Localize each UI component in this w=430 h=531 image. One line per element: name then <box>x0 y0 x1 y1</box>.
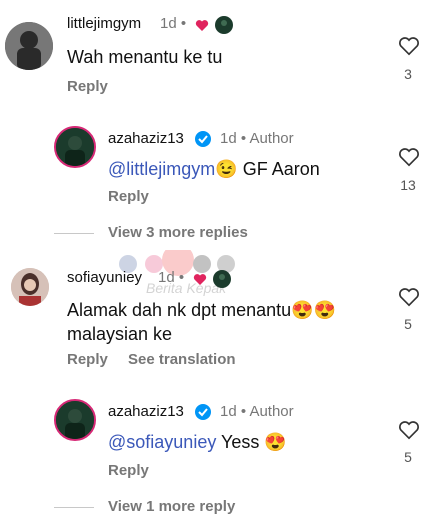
mention-link[interactable]: @sofiayuniey <box>108 432 216 452</box>
creator-avatar-icon <box>215 16 233 34</box>
comment-time: 1d • <box>158 269 184 286</box>
heart-eyes-emoji-icon: 😍 <box>264 432 287 452</box>
like-heart-icon[interactable] <box>398 147 420 167</box>
separator-dot: • <box>236 403 250 420</box>
creator-liked-heart-icon <box>195 20 209 31</box>
avatar-image <box>56 128 94 166</box>
reply-username[interactable]: azahaziz13 <box>108 403 184 420</box>
reply-body: GF Aaron <box>237 159 320 179</box>
avatar-image <box>11 268 49 306</box>
comment-text: Wah menantu ke tu <box>67 47 223 67</box>
reply-meta: 1d • Author <box>220 130 294 147</box>
heart-eyes-emoji-icon: 😍😍 <box>291 300 336 320</box>
comment-line-1: Alamak dah nk dpt menantu <box>67 300 292 320</box>
comment-line-2: malaysian ke <box>67 324 173 344</box>
separator-dot: • <box>236 130 250 147</box>
creator-avatar-icon <box>213 270 231 288</box>
time-label: 1d <box>160 15 177 32</box>
like-count: 13 <box>400 177 416 193</box>
reply-meta: 1d • Author <box>220 403 294 420</box>
verified-badge-icon <box>195 131 211 147</box>
separator-dot: • <box>176 15 187 32</box>
thread-divider <box>54 507 94 508</box>
reply-username[interactable]: azahaziz13 <box>108 130 184 147</box>
reply-button[interactable]: Reply <box>67 351 108 368</box>
separator-dot: • <box>174 269 185 286</box>
mention-link[interactable]: @littlejimgym <box>108 159 215 179</box>
author-label: Author <box>249 130 294 147</box>
like-heart-icon[interactable] <box>398 36 420 56</box>
avatar-image <box>5 22 53 70</box>
creator-liked-heart-icon <box>193 274 207 285</box>
time-label: 1d <box>220 403 237 420</box>
reply-text: @sofiayuniey Yess 😍 <box>108 430 287 454</box>
avatar-image <box>56 401 94 439</box>
view-more-replies-button[interactable]: View 3 more replies <box>108 224 248 241</box>
comment-username[interactable]: littlejimgym <box>67 15 141 32</box>
reply-button[interactable]: Reply <box>108 188 149 205</box>
author-label: Author <box>249 403 294 420</box>
avatar-littlejimgym[interactable] <box>5 22 53 70</box>
reply-button[interactable]: Reply <box>67 78 108 95</box>
comment-text: Alamak dah nk dpt menantu😍😍 malaysian ke <box>67 298 336 346</box>
winking-emoji-icon: 😉 <box>215 159 238 179</box>
like-heart-icon[interactable] <box>398 287 420 307</box>
avatar-azahaziz13[interactable] <box>54 126 96 168</box>
like-count: 5 <box>404 316 412 332</box>
like-count: 5 <box>404 449 412 465</box>
comment-username[interactable]: sofiayuniey <box>67 269 142 286</box>
thread-divider <box>54 233 94 234</box>
view-more-replies-button[interactable]: View 1 more reply <box>108 498 235 515</box>
time-label: 1d <box>158 269 175 286</box>
comment-time: 1d • <box>160 15 186 32</box>
avatar-sofiayuniey[interactable] <box>11 268 49 306</box>
time-label: 1d <box>220 130 237 147</box>
verified-badge-icon <box>195 404 211 420</box>
like-count: 3 <box>404 66 412 82</box>
reply-text: @littlejimgym😉 GF Aaron <box>108 157 320 181</box>
reply-body: Yess <box>216 432 265 452</box>
reply-button[interactable]: Reply <box>108 462 149 479</box>
see-translation-button[interactable]: See translation <box>128 351 236 368</box>
avatar-azahaziz13[interactable] <box>54 399 96 441</box>
like-heart-icon[interactable] <box>398 420 420 440</box>
